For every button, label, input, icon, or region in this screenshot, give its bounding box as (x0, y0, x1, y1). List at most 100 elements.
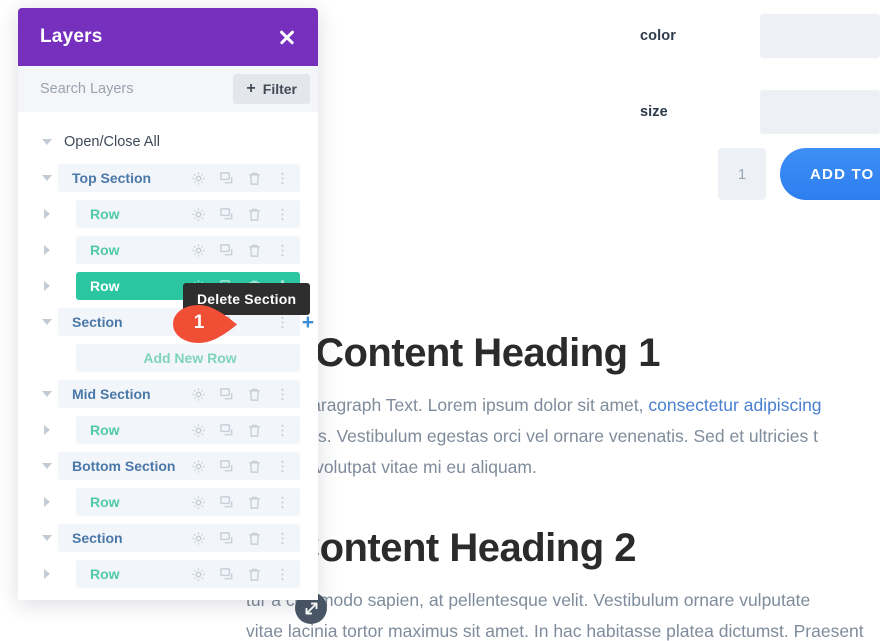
filter-button-label: Filter (262, 81, 297, 97)
table-row[interactable]: Mid Section (58, 380, 300, 408)
tree-row-row-6[interactable]: Row (36, 560, 300, 588)
layers-panel-header: Layers (18, 8, 318, 66)
chevron-down-icon[interactable] (36, 319, 58, 325)
trash-icon[interactable] (247, 567, 262, 582)
duplicate-icon[interactable] (219, 387, 234, 402)
table-row[interactable]: Row (76, 560, 300, 588)
trash-icon[interactable] (247, 459, 262, 474)
chevron-down-icon[interactable] (36, 391, 58, 397)
gear-icon[interactable] (191, 207, 206, 222)
open-close-all-label: Open/Close All (64, 134, 160, 150)
trash-icon[interactable] (247, 207, 262, 222)
layer-label: Mid Section (72, 386, 151, 402)
tree-row-row-1[interactable]: Row (36, 200, 300, 228)
tree-row-bottom-section[interactable]: Bottom Section (36, 452, 300, 480)
row-actions (191, 243, 290, 258)
post-heading-2: st Content Heading 2 (246, 526, 637, 570)
row-actions (191, 171, 290, 186)
search-input[interactable] (40, 81, 234, 97)
add-new-row-button[interactable]: Add New Row (76, 344, 300, 372)
gear-icon[interactable] (191, 495, 206, 510)
chevron-right-icon[interactable] (36, 209, 58, 219)
chevron-down-icon[interactable] (36, 535, 58, 541)
more-vertical-icon[interactable] (275, 567, 290, 582)
trash-icon[interactable] (247, 387, 262, 402)
table-row[interactable]: Row (76, 416, 300, 444)
gear-icon[interactable] (191, 243, 206, 258)
post-paragraph-1: ontent Paragraph Text. Lorem ipsum dolor… (246, 390, 880, 483)
trash-icon[interactable] (247, 243, 262, 258)
table-row[interactable]: Row (76, 200, 300, 228)
tree-row-section-last[interactable]: Section (36, 524, 300, 552)
close-icon[interactable] (274, 24, 300, 50)
color-select[interactable] (760, 14, 880, 58)
table-row[interactable]: Section (58, 524, 300, 552)
trash-icon[interactable] (247, 171, 262, 186)
gear-icon[interactable] (191, 171, 206, 186)
chevron-right-icon[interactable] (36, 569, 58, 579)
duplicate-icon[interactable] (219, 171, 234, 186)
filter-button[interactable]: + Filter (233, 74, 310, 104)
gear-icon[interactable] (191, 387, 206, 402)
more-vertical-icon[interactable] (275, 207, 290, 222)
tree-row-mid-section[interactable]: Mid Section (36, 380, 300, 408)
chevron-down-icon[interactable] (36, 175, 58, 181)
row-actions (191, 387, 290, 402)
duplicate-icon[interactable] (219, 423, 234, 438)
screen-root: color size 1 ADD TO C ost Content Headin… (0, 0, 880, 641)
tree-row-add-new-row[interactable]: Add New Row (36, 344, 300, 372)
duplicate-icon[interactable] (219, 459, 234, 474)
gear-icon[interactable] (191, 531, 206, 546)
chevron-down-icon[interactable] (36, 463, 58, 469)
duplicate-icon[interactable] (219, 207, 234, 222)
duplicate-icon[interactable] (219, 567, 234, 582)
table-row[interactable]: Row (76, 236, 300, 264)
table-row[interactable]: Bottom Section (58, 452, 300, 480)
quantity-input[interactable]: 1 (718, 148, 766, 200)
gear-icon[interactable] (191, 459, 206, 474)
resize-diagonal-icon (305, 602, 317, 614)
duplicate-icon[interactable] (219, 531, 234, 546)
more-vertical-icon[interactable] (275, 531, 290, 546)
trash-icon[interactable] (247, 423, 262, 438)
more-vertical-icon[interactable] (275, 243, 290, 258)
layer-label: Top Section (72, 170, 152, 186)
tree-row-row-2[interactable]: Row (36, 236, 300, 264)
duplicate-icon[interactable] (219, 243, 234, 258)
table-row[interactable]: Row (76, 488, 300, 516)
trash-icon[interactable] (247, 495, 262, 510)
chevron-right-icon[interactable] (36, 281, 58, 291)
chevron-right-icon[interactable] (36, 497, 58, 507)
gear-icon[interactable] (191, 423, 206, 438)
more-vertical-icon[interactable] (275, 171, 290, 186)
chevron-down-icon[interactable] (36, 139, 58, 145)
option-label-color: color (640, 28, 676, 44)
layer-label: Bottom Section (72, 458, 176, 474)
layer-label: Row (90, 566, 120, 582)
add-new-row-label: Add New Row (143, 350, 237, 366)
paragraph-2-text-a: tur a commodo sapien, at pellentesque ve… (246, 590, 811, 610)
trash-icon[interactable] (247, 531, 262, 546)
tree-row-row-5[interactable]: Row (36, 488, 300, 516)
post-heading-1: ost Content Heading 1 (246, 331, 660, 375)
tree-row-top-section[interactable]: Top Section (36, 164, 300, 192)
paragraph-1-link[interactable]: consectetur adipiscing (648, 395, 821, 415)
post-body: ost Content Heading 1 ontent Paragraph T… (246, 330, 880, 641)
add-to-cart-button[interactable]: ADD TO C (780, 148, 880, 200)
open-close-all-row[interactable]: Open/Close All (36, 128, 300, 156)
more-vertical-icon[interactable] (275, 387, 290, 402)
more-vertical-icon[interactable] (275, 423, 290, 438)
more-vertical-icon[interactable] (275, 315, 290, 330)
more-vertical-icon[interactable] (275, 459, 290, 474)
table-row[interactable]: Top Section (58, 164, 300, 192)
duplicate-icon[interactable] (219, 495, 234, 510)
size-select[interactable] (760, 90, 880, 134)
tree-row-row-4[interactable]: Row (36, 416, 300, 444)
more-vertical-icon[interactable] (275, 495, 290, 510)
gear-icon[interactable] (191, 567, 206, 582)
plus-icon: + (246, 80, 256, 97)
chevron-right-icon[interactable] (36, 425, 58, 435)
layer-label: Row (90, 494, 120, 510)
row-actions (191, 459, 290, 474)
chevron-right-icon[interactable] (36, 245, 58, 255)
